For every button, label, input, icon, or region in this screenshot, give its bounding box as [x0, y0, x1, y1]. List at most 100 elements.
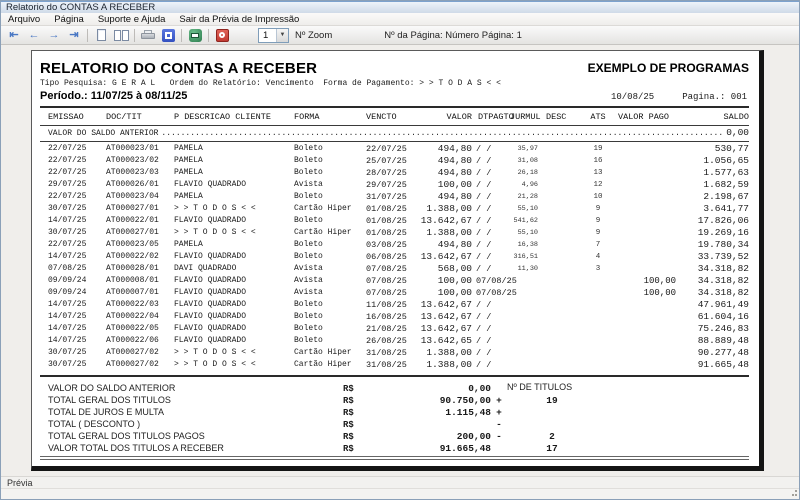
column-header-vencto: VENCTO: [366, 112, 416, 122]
column-header-pago: VALOR PAGO: [618, 112, 676, 122]
toolbar-separator: [208, 29, 209, 42]
table-row: 29/07/25AT000026/01FLAVIO QUADRADOAvista…: [40, 179, 749, 191]
summary-row: TOTAL GERAL DOS TITULOS PAGOSR$200,00-2: [40, 430, 749, 442]
column-header-doc: DOC/TIT: [106, 112, 174, 122]
table-row: 30/07/25AT000027/01> > T O D O S < <Cart…: [40, 227, 749, 239]
summary-row: VALOR DO SALDO ANTERIORR$0,00: [40, 382, 749, 394]
chevron-down-icon[interactable]: ▼: [276, 29, 288, 42]
window-title: Relatorio do CONTAS A RECEBER: [6, 2, 155, 13]
report-meta: 10/08/25 Pagina.: 001: [611, 92, 749, 102]
column-header-desc: DESC: [538, 112, 578, 122]
report-title: RELATORIO DO CONTAS A RECEBER: [40, 60, 317, 77]
summary-block: Nº DE TITULOS VALOR DO SALDO ANTERIORR$0…: [40, 382, 749, 454]
page-number: Pagina.: 001: [682, 92, 747, 102]
title-bar: Relatorio do CONTAS A RECEBER: [1, 1, 799, 13]
report-header: RELATORIO DO CONTAS A RECEBER EXEMPLO DE…: [40, 60, 749, 77]
rule-thin: [40, 141, 749, 142]
table-row: 22/07/25AT000023/01PAMELABoleto22/07/254…: [40, 143, 749, 155]
opening-balance-row: VALOR DO SALDO ANTERIOR ................…: [40, 127, 749, 140]
table-row: 14/07/25AT000022/04FLAVIO QUADRADOBoleto…: [40, 311, 749, 323]
table-row: 22/07/25AT000023/05PAMELABoleto03/08/254…: [40, 239, 749, 251]
table-row: 14/07/25AT000022/02FLAVIO QUADRADOBoleto…: [40, 251, 749, 263]
exit-preview-button[interactable]: [212, 27, 232, 43]
printer-icon: [141, 30, 155, 41]
table-row: 14/07/25AT000022/06FLAVIO QUADRADOBoleto…: [40, 335, 749, 347]
table-row: 09/09/24AT000008/01FLAVIO QUADRADOAvista…: [40, 275, 749, 287]
summary-row: TOTAL DE JUROS E MULTAR$1.115,48+: [40, 406, 749, 418]
first-page-icon: ⇤: [9, 30, 18, 41]
zoom-tool-icon: [162, 29, 175, 42]
toolbar-separator: [134, 29, 135, 42]
single-page-view-button[interactable]: [91, 27, 111, 43]
single-page-icon: [97, 29, 106, 41]
table-row: 30/07/25AT000027/01> > T O D O S < <Cart…: [40, 203, 749, 215]
zoom-select-value: 1: [259, 29, 276, 42]
exit-preview-icon: [216, 29, 229, 42]
column-header-valor: VALOR: [416, 112, 472, 122]
table-row: 22/07/25AT000023/02PAMELABoleto25/07/254…: [40, 155, 749, 167]
opening-balance-dots: ........................................…: [161, 129, 723, 138]
column-header-dtpagto: DTPAGTO: [472, 112, 510, 122]
table-row: 30/07/25AT000027/02> > T O D O S < <Cart…: [40, 359, 749, 371]
column-header-ats: ATS: [578, 112, 618, 122]
report-period: Período.: 11/07/25 à 08/11/25: [40, 90, 187, 102]
rule-thick: [40, 106, 749, 108]
menu-item-suporte-e-ajuda[interactable]: Suporte e Ajuda: [91, 14, 173, 25]
menu-item-sair-da-previa-de-impressao[interactable]: Sair da Prévia de Impressão: [172, 14, 306, 25]
last-page-button[interactable]: ⇥: [64, 27, 84, 43]
prev-page-icon: ←: [29, 30, 40, 41]
opening-balance-value: 0,00: [726, 127, 749, 138]
table-row: 14/07/25AT000022/03FLAVIO QUADRADOBoleto…: [40, 299, 749, 311]
zoom-label: Nº Zoom: [295, 30, 332, 41]
report-filters: Tipo Pesquisa: G E R A L Ordem do Relató…: [40, 79, 749, 88]
menu-bar: ArquivoPáginaSuporte e AjudaSair da Prév…: [1, 13, 799, 26]
opening-balance-label: VALOR DO SALDO ANTERIOR: [48, 129, 158, 138]
report-page-content: RELATORIO DO CONTAS A RECEBER EXEMPLO DE…: [32, 51, 759, 466]
status-text: Prévia: [7, 478, 33, 488]
summary-row: TOTAL GERAL DOS TITULOSR$90.750,00+19: [40, 394, 749, 406]
column-header-forma: FORMA: [294, 112, 366, 122]
preview-area: RELATORIO DO CONTAS A RECEBER EXEMPLO DE…: [1, 45, 799, 476]
column-header-jurmul: JURMUL: [510, 112, 538, 122]
print-date: 10/08/25: [611, 92, 654, 102]
column-header-emissao: EMISSAO: [48, 112, 106, 122]
export-button[interactable]: [185, 27, 205, 43]
table-row: 07/08/25AT000028/01DAVI QUADRADOAvista07…: [40, 263, 749, 275]
table-row: 22/07/25AT000023/03PAMELABoleto28/07/254…: [40, 167, 749, 179]
next-page-icon: →: [49, 30, 60, 41]
company-name: EXEMPLO DE PROGRAMAS: [588, 60, 749, 75]
app-window: Relatorio do CONTAS A RECEBER ArquivoPág…: [0, 0, 800, 500]
report-period-row: Período.: 11/07/25 à 08/11/25 10/08/25 P…: [40, 90, 749, 102]
facing-pages-view-button[interactable]: [111, 27, 131, 43]
rule-thick: [40, 375, 749, 377]
table-row: 14/07/25AT000022/05FLAVIO QUADRADOBoleto…: [40, 323, 749, 335]
table-row: 14/07/25AT000022/01FLAVIO QUADRADOBoleto…: [40, 215, 749, 227]
first-page-button[interactable]: ⇤: [4, 27, 24, 43]
last-page-icon: ⇥: [69, 30, 78, 41]
next-page-button[interactable]: →: [44, 27, 64, 43]
column-header-cliente: P DESCRICAO CLIENTE: [174, 112, 294, 122]
report-page: RELATORIO DO CONTAS A RECEBER EXEMPLO DE…: [31, 50, 764, 471]
menu-item-pagina[interactable]: Página: [47, 14, 91, 25]
status-bar: Prévia: [1, 476, 799, 488]
zoom-select[interactable]: 1 ▼: [258, 28, 289, 43]
menu-item-arquivo[interactable]: Arquivo: [1, 14, 47, 25]
print-button[interactable]: [138, 27, 158, 43]
report-header-row: EMISSAODOC/TITP DESCRICAO CLIENTEFORMAVE…: [40, 110, 749, 124]
summary-row: TOTAL ( DESCONTO )R$-: [40, 418, 749, 430]
prev-page-button[interactable]: ←: [24, 27, 44, 43]
horizontal-scrollbar[interactable]: [1, 488, 799, 499]
titles-count-header: Nº DE TITULOS: [507, 382, 572, 392]
zoom-tool-button[interactable]: [158, 27, 178, 43]
column-header-saldo: SALDO: [676, 112, 749, 122]
toolbar-separator: [181, 29, 182, 42]
facing-pages-icon: [114, 30, 129, 41]
toolbar-separator: [87, 29, 88, 42]
table-row: 09/09/24AT000007/01FLAVIO QUADRADOAvista…: [40, 287, 749, 299]
table-row: 22/07/25AT000023/04PAMELABoleto31/07/254…: [40, 191, 749, 203]
page-indicator: Nº da Página: Número Página: 1: [384, 30, 522, 41]
summary-row: VALOR TOTAL DOS TITULOS A RECEBERR$91.66…: [40, 442, 749, 454]
table-row: 30/07/25AT000027/02> > T O D O S < <Cart…: [40, 347, 749, 359]
report-rows: 22/07/25AT000023/01PAMELABoleto22/07/254…: [40, 143, 749, 371]
resize-grip-icon[interactable]: [789, 489, 797, 497]
